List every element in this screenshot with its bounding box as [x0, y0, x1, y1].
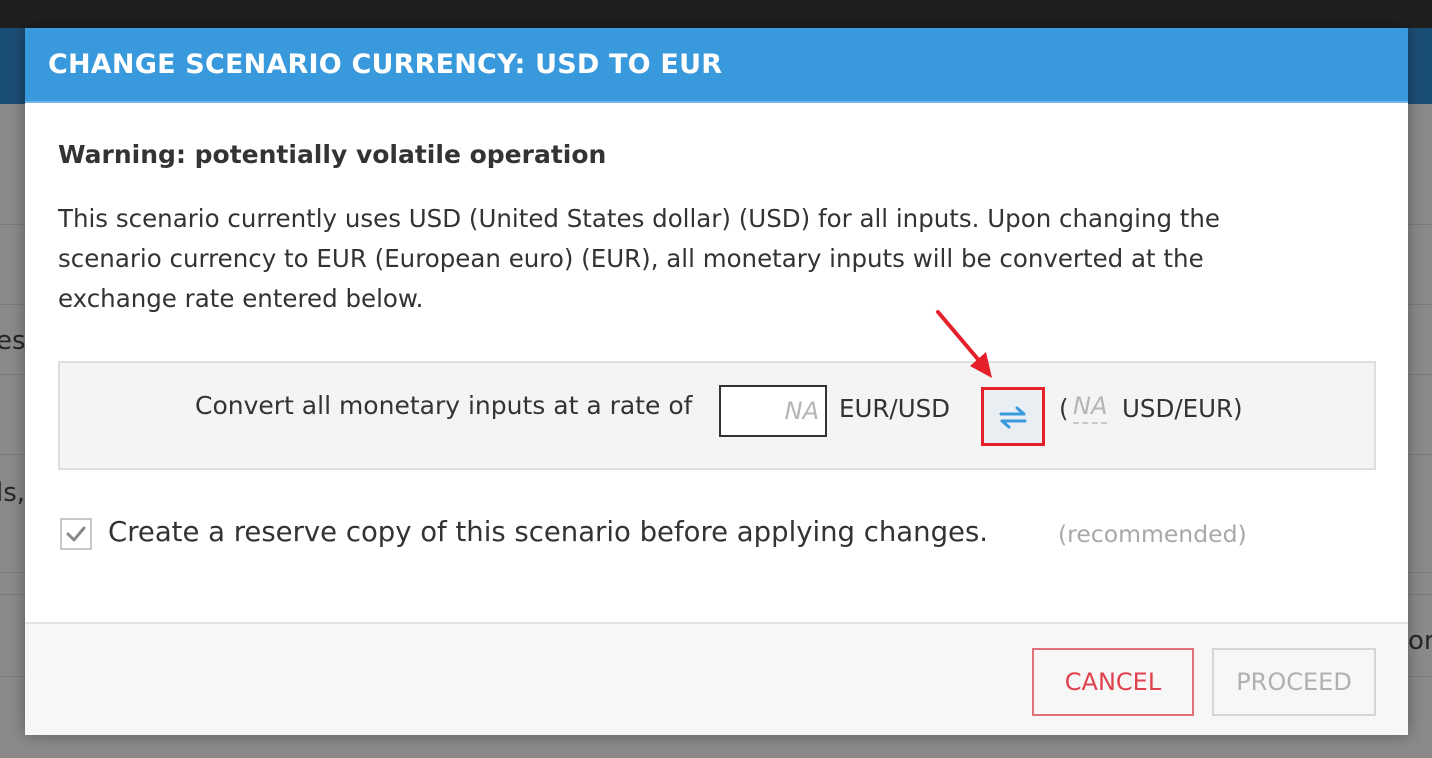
exchange-rate-label: Convert all monetary inputs at a rate of	[195, 391, 693, 420]
background-top-bar	[0, 0, 1432, 28]
swap-arrows-icon	[999, 406, 1027, 428]
recommended-note: (recommended)	[1058, 520, 1247, 548]
dialog-title: CHANGE SCENARIO CURRENCY: USD TO EUR	[48, 49, 723, 80]
warning-title: Warning: potentially volatile operation	[58, 140, 607, 169]
cancel-button[interactable]: CANCEL	[1032, 648, 1194, 716]
background-text-fragment: or	[1408, 626, 1432, 656]
checkmark-icon	[66, 526, 86, 542]
warning-description: This scenario currently uses USD (United…	[58, 204, 1220, 313]
inverse-rate-open-paren: (	[1059, 394, 1069, 423]
background-text-fragment: ls,	[0, 478, 26, 508]
reserve-copy-option: Create a reserve copy of this scenario b…	[58, 516, 1376, 556]
reserve-copy-checkbox[interactable]	[60, 518, 92, 550]
dialog-footer: CANCEL PROCEED	[25, 622, 1408, 735]
background-text-fragment: es	[0, 326, 26, 356]
proceed-button[interactable]: PROCEED	[1212, 648, 1376, 716]
exchange-rate-row: Convert all monetary inputs at a rate of…	[60, 363, 1374, 468]
swap-rate-direction-button[interactable]	[981, 387, 1045, 446]
exchange-rate-unit: EUR/USD	[839, 394, 951, 423]
currency-change-dialog: CHANGE SCENARIO CURRENCY: USD TO EUR War…	[25, 28, 1408, 735]
reserve-copy-label[interactable]: Create a reserve copy of this scenario b…	[108, 516, 988, 548]
inverse-rate-unit: USD/EUR)	[1122, 394, 1243, 423]
exchange-rate-panel: Convert all monetary inputs at a rate of…	[58, 361, 1376, 470]
dialog-header: CHANGE SCENARIO CURRENCY: USD TO EUR	[25, 28, 1408, 103]
exchange-rate-input[interactable]	[719, 385, 827, 437]
inverse-rate-value[interactable]: NA	[1073, 392, 1108, 424]
